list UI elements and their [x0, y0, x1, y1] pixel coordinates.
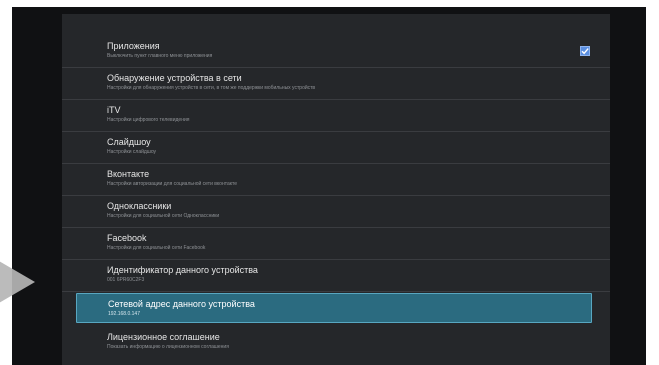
- setting-row-device-id[interactable]: Идентификатор данного устройства 001 6PR…: [62, 260, 610, 292]
- pointer-arrow-icon: [0, 261, 35, 303]
- setting-subtitle: 192.168.0.147: [108, 311, 140, 317]
- setting-row-odnoklassniki[interactable]: Одноклассники Настройки для социальной с…: [62, 196, 610, 228]
- setting-title: Идентификатор данного устройства: [107, 265, 258, 275]
- setting-row-vkontakte[interactable]: Вконтакте Настройки авторизации для соци…: [62, 164, 610, 196]
- setting-subtitle: Настройки цифрового телевидения: [107, 117, 190, 123]
- setting-subtitle: Настройки авторизации для социальной сет…: [107, 181, 237, 187]
- setting-row-network-address[interactable]: Сетевой адрес данного устройства 192.168…: [76, 293, 592, 323]
- setting-row-license[interactable]: Лицензионное соглашение Показать информа…: [62, 327, 610, 359]
- setting-title: Вконтакте: [107, 169, 150, 179]
- setting-title: Обнаружение устройства в сети: [107, 73, 242, 83]
- tv-screen: Приложения Выключить пункт главного меню…: [12, 7, 646, 365]
- setting-title: Приложения: [107, 41, 160, 51]
- tv-screenshot: Приложения Выключить пункт главного меню…: [0, 0, 659, 365]
- setting-subtitle: Настройки для обнаружения устройств в се…: [107, 85, 316, 91]
- setting-subtitle: Настройки слайдшоу: [107, 149, 157, 155]
- setting-title: Одноклассники: [107, 201, 172, 211]
- setting-subtitle: Показать информацию о лицензионном согла…: [107, 344, 229, 350]
- setting-subtitle: Выключить пункт главного меню приложения: [107, 53, 213, 59]
- setting-title: Сетевой адрес данного устройства: [108, 299, 255, 309]
- setting-title: Лицензионное соглашение: [107, 332, 220, 342]
- setting-row-network-discovery[interactable]: Обнаружение устройства в сети Настройки …: [62, 68, 610, 100]
- setting-row-slideshow[interactable]: Слайдшоу Настройки слайдшоу: [62, 132, 610, 164]
- setting-title: Facebook: [107, 233, 147, 243]
- setting-title: Слайдшоу: [107, 137, 151, 147]
- setting-subtitle: Настройки для социальной сети Facebook: [107, 245, 206, 251]
- setting-subtitle: Настройки для социальной сети Одноклассн…: [107, 213, 220, 219]
- checkbox-checked-icon[interactable]: [580, 46, 590, 56]
- setting-subtitle: 001 6PR60C2F3: [107, 277, 145, 283]
- settings-panel: Приложения Выключить пункт главного меню…: [62, 14, 610, 365]
- setting-title: iTV: [107, 105, 121, 115]
- setting-row-itv[interactable]: iTV Настройки цифрового телевидения: [62, 100, 610, 132]
- setting-row-applications[interactable]: Приложения Выключить пункт главного меню…: [62, 36, 610, 68]
- setting-row-facebook[interactable]: Facebook Настройки для социальной сети F…: [62, 228, 610, 260]
